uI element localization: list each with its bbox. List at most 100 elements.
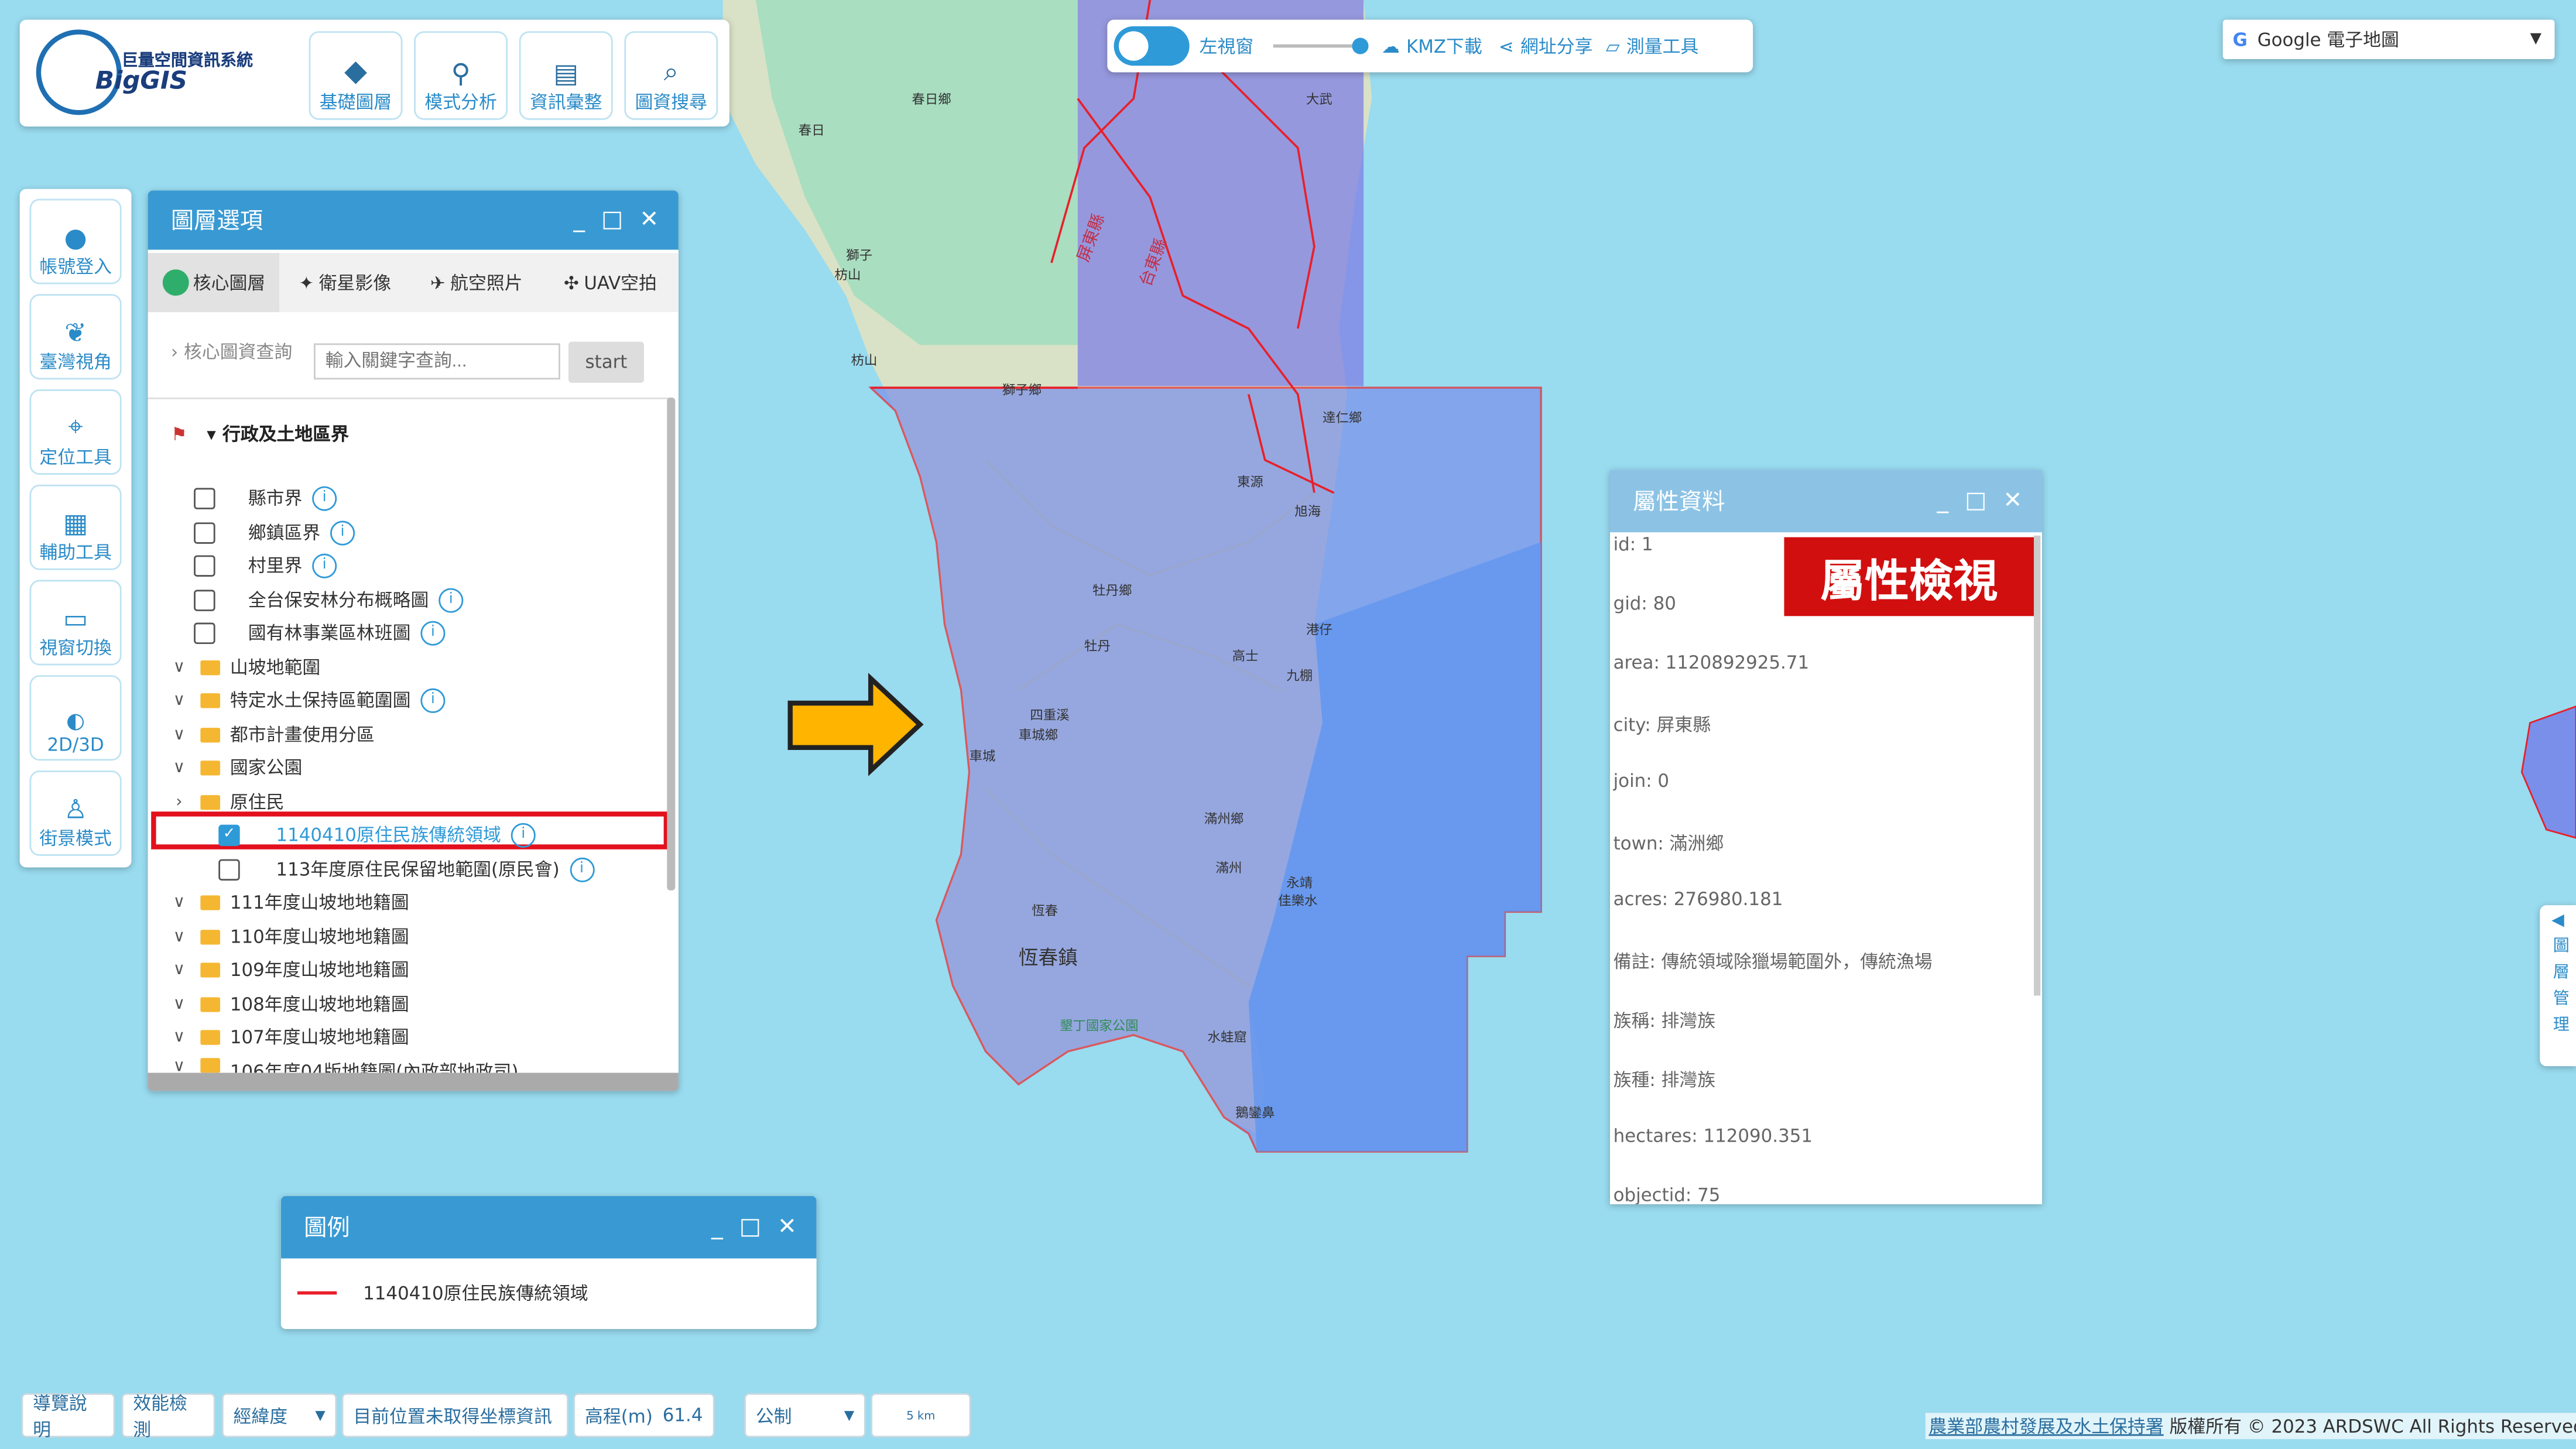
folder-item[interactable]: ∨ 106年度04版地籍圖(內政部地政司) bbox=[167, 1058, 519, 1073]
measure-tool-button[interactable]: 測量工具 bbox=[1626, 33, 1698, 59]
folder-icon bbox=[200, 794, 221, 810]
layer-manager-tab[interactable]: ◀ 圖層管理 bbox=[2540, 905, 2576, 1067]
login-button[interactable]: ● 帳號登入 bbox=[29, 198, 122, 285]
tab-uav[interactable]: ✣ UAV空拍 bbox=[542, 253, 679, 312]
attribute-row: 族種: 排灣族 bbox=[1613, 1069, 1716, 1091]
core-search-input[interactable] bbox=[313, 343, 560, 380]
tab-core-layers[interactable]: 核心圖層 bbox=[148, 253, 280, 313]
basemap-select[interactable]: G Google 電子地圖 ▼ bbox=[2222, 19, 2555, 60]
view-3d-button[interactable]: ◐ 2D/3D bbox=[29, 675, 122, 761]
close-icon[interactable]: ✕ bbox=[777, 1214, 797, 1241]
layer-checkbox[interactable] bbox=[194, 588, 215, 611]
guide-button[interactable]: 導覽說明 bbox=[21, 1392, 115, 1440]
window-switch-button[interactable]: ▭ 視窗切換 bbox=[29, 580, 122, 666]
minimize-icon[interactable]: _ bbox=[573, 207, 585, 234]
layer-checkbox-checked[interactable]: ✓ bbox=[218, 824, 240, 845]
folder-item[interactable]: ∨ 107年度山坡地地籍圖 bbox=[167, 1023, 409, 1050]
legend-titlebar: 圖例 _ □ ✕ bbox=[280, 1195, 817, 1259]
airplane-icon: ✈ bbox=[430, 272, 446, 293]
pegman-icon: ♙ bbox=[63, 793, 88, 825]
group-admin-boundaries[interactable]: ⚑ ▾ 行政及土地區界 bbox=[171, 420, 349, 447]
layer-item[interactable]: 全台保安林分布概略圖 i bbox=[194, 587, 464, 613]
search-start-button[interactable]: start bbox=[568, 341, 644, 383]
folder-item[interactable]: ∨ 109年度山坡地地籍圖 bbox=[167, 956, 409, 982]
close-icon[interactable]: ✕ bbox=[2003, 488, 2022, 514]
minimize-icon[interactable]: _ bbox=[1937, 488, 1949, 514]
model-analysis-button[interactable]: ⚲ 模式分析 bbox=[414, 31, 508, 120]
layer-panel: 圖層選項 _ □ ✕ 核心圖層 ✦ 衛星影像 ✈ 航空照片 ✣ UAV空拍 › 核心圖資查… bbox=[148, 190, 679, 1091]
attribute-scrollbar[interactable] bbox=[2033, 535, 2041, 996]
layer-item[interactable]: 縣市界 i bbox=[194, 485, 337, 511]
scale-bar: 5 km bbox=[871, 1393, 971, 1438]
locate-tool-button[interactable]: ⌖ 定位工具 bbox=[29, 389, 122, 475]
map-search-button[interactable]: ⌕ 圖資搜尋 bbox=[624, 31, 718, 120]
minimize-icon[interactable]: _ bbox=[711, 1214, 723, 1241]
kmz-download-button[interactable]: KMZ下載 bbox=[1406, 33, 1482, 59]
layer-item[interactable]: 113年度原住民保留地範圍(原民會) i bbox=[218, 856, 594, 882]
info-summary-button[interactable]: ▤ 資訊彙整 bbox=[519, 31, 613, 120]
coord-system-select[interactable]: 經緯度 ▼ bbox=[221, 1393, 337, 1438]
street-view-button[interactable]: ♙ 街景模式 bbox=[29, 770, 122, 856]
info-icon[interactable]: i bbox=[420, 620, 446, 645]
share-url-button[interactable]: 網址分享 bbox=[1520, 33, 1592, 59]
info-icon[interactable]: i bbox=[439, 587, 464, 612]
maximize-icon[interactable]: □ bbox=[1965, 488, 1986, 514]
folder-label: 106年度04版地籍圖(內政部地政司) bbox=[229, 1061, 519, 1073]
layer-item[interactable]: 鄉鎮區界 i bbox=[194, 519, 355, 546]
layer-checkbox[interactable] bbox=[194, 487, 215, 509]
layer-checkbox[interactable] bbox=[218, 858, 240, 880]
tool-label: 圖資搜尋 bbox=[635, 92, 708, 114]
folder-item[interactable]: ∨ 特定水土保持區範圍圖 i bbox=[167, 687, 446, 713]
map-label: 四重溪 bbox=[1030, 708, 1069, 723]
layer-checkbox[interactable] bbox=[194, 554, 215, 576]
performance-button[interactable]: 效能檢測 bbox=[121, 1392, 215, 1440]
opacity-slider[interactable] bbox=[1273, 37, 1369, 54]
info-icon[interactable]: i bbox=[330, 520, 355, 545]
agency-link[interactable]: 農業部農村發展及水土保持署 bbox=[1928, 1416, 2163, 1437]
left-view-toggle[interactable] bbox=[1114, 26, 1190, 66]
basemap-layer-button[interactable]: ◆ 基礎圖層 bbox=[309, 31, 403, 120]
info-icon[interactable]: i bbox=[511, 822, 536, 847]
info-icon[interactable]: i bbox=[312, 553, 337, 578]
horizontal-scrollbar[interactable] bbox=[148, 1073, 679, 1091]
taiwan-view-button[interactable]: ❦ 臺灣視角 bbox=[29, 294, 122, 380]
unit-select[interactable]: 公制 ▼ bbox=[744, 1393, 866, 1438]
map-label: 車城鄉 bbox=[1019, 728, 1058, 743]
legend-line-swatch bbox=[297, 1291, 337, 1295]
attribute-row: gid: 80 bbox=[1613, 593, 1676, 615]
layer-checkbox[interactable] bbox=[194, 521, 215, 543]
vertical-scrollbar[interactable] bbox=[667, 398, 676, 890]
folder-item[interactable]: › 原住民 bbox=[167, 789, 284, 815]
attribute-row: 備註: 傳統領域除獵場範圍外，傳統漁場 bbox=[1613, 951, 1933, 973]
aux-tool-button[interactable]: ▦ 輔助工具 bbox=[29, 484, 122, 570]
folder-label: 107年度山坡地地籍圖 bbox=[229, 1026, 409, 1049]
folder-item[interactable]: ∨ 108年度山坡地地籍圖 bbox=[167, 991, 409, 1017]
maximize-icon[interactable]: □ bbox=[601, 207, 623, 234]
folder-item[interactable]: ∨ 110年度山坡地地籍圖 bbox=[167, 923, 409, 950]
map-label: 鵝鑾鼻 bbox=[1235, 1105, 1275, 1121]
maximize-icon[interactable]: □ bbox=[739, 1214, 761, 1241]
close-icon[interactable]: ✕ bbox=[639, 207, 659, 234]
tool-label: 模式分析 bbox=[424, 92, 497, 114]
core-search-label: › 核心圖資查詢 bbox=[170, 341, 293, 364]
folder-item[interactable]: ∨ 山坡地範圍 bbox=[167, 654, 321, 680]
tab-satellite[interactable]: ✦ 衛星影像 bbox=[279, 253, 410, 312]
map-label: 滿州 bbox=[1216, 861, 1242, 876]
folder-item[interactable]: ∨ 都市計畫使用分區 bbox=[167, 721, 375, 748]
info-icon[interactable]: i bbox=[420, 687, 446, 712]
map-label: 九棚 bbox=[1286, 669, 1313, 684]
map-label: 春日 bbox=[799, 123, 825, 138]
layer-checkbox[interactable] bbox=[194, 622, 215, 643]
layer-item-traditional-territory[interactable]: ✓ 1140410原住民族傳統領域 i bbox=[218, 821, 536, 848]
folder-icon bbox=[200, 727, 221, 742]
tab-aerial[interactable]: ✈ 航空照片 bbox=[411, 253, 542, 312]
folder-label: 109年度山坡地地籍圖 bbox=[229, 959, 409, 981]
side-tool-label: 2D/3D bbox=[47, 734, 104, 756]
layer-item[interactable]: 國有林事業區林班圖 i bbox=[194, 619, 446, 646]
folder-item[interactable]: ∨ 111年度山坡地地籍圖 bbox=[167, 889, 409, 915]
layer-item[interactable]: 村里界 i bbox=[194, 552, 337, 578]
info-icon[interactable]: i bbox=[312, 485, 337, 511]
layer-label: 全台保安林分布概略圖 bbox=[248, 590, 429, 611]
info-icon[interactable]: i bbox=[569, 857, 594, 882]
folder-item[interactable]: ∨ 國家公園 bbox=[167, 754, 303, 780]
